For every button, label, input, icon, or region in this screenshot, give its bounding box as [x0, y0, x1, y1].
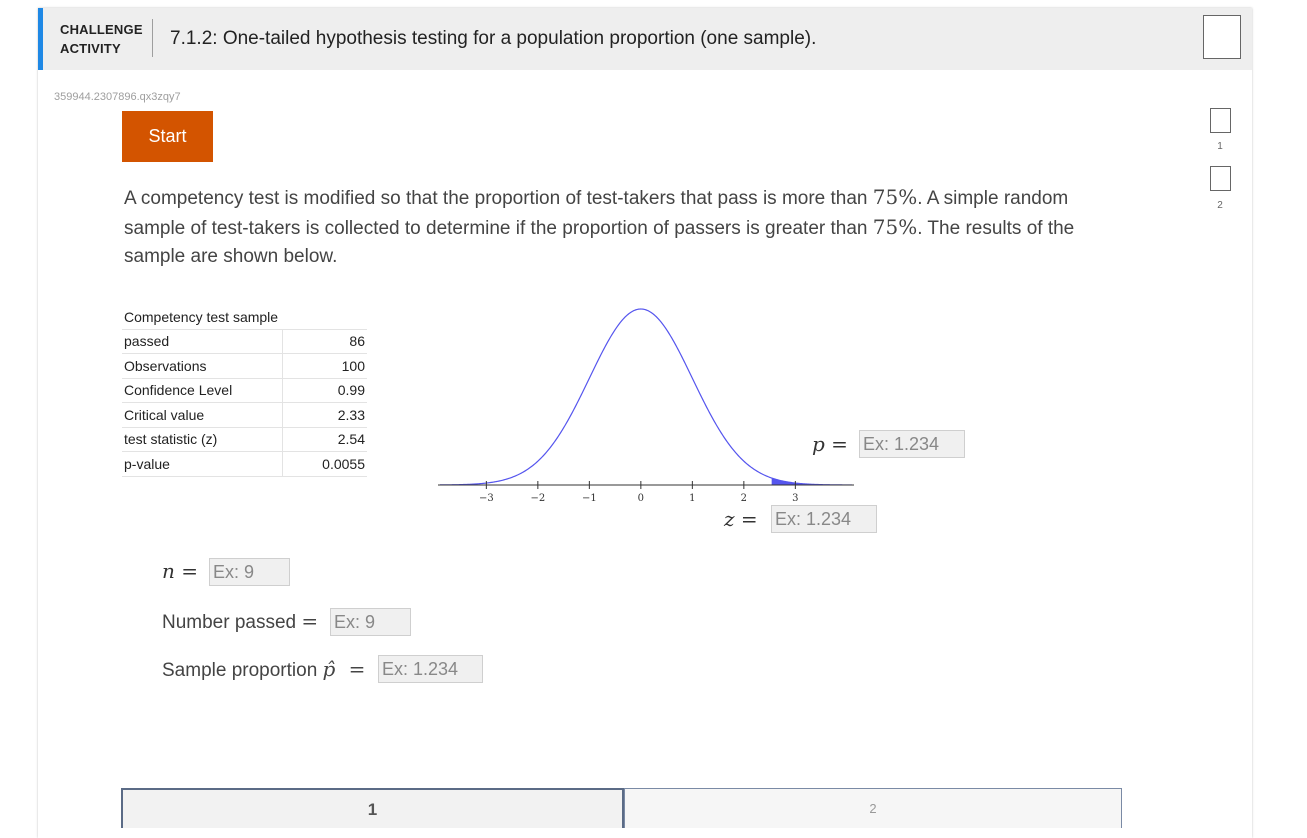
header-accent-bar	[38, 8, 43, 70]
table-row: Observations 100	[122, 353, 367, 379]
table-row: p-value 0.0055	[122, 451, 367, 477]
number-passed-label: Number passed =	[162, 609, 318, 634]
start-button[interactable]: Start	[122, 111, 213, 162]
p-symbol: p	[812, 432, 825, 456]
number-passed-equals-sign: =	[301, 609, 319, 633]
sample-proportion-label: Sample proportion p̂ =	[162, 657, 365, 682]
table-title: Competency test sample	[122, 305, 367, 330]
x-axis-ticks: −3 −2 −1 0 1 2 3	[479, 481, 799, 504]
x-tick-label: 2	[741, 493, 747, 504]
sample-proportion-input[interactable]	[378, 655, 483, 683]
n-input[interactable]	[209, 558, 290, 586]
z-symbol: z	[724, 507, 735, 531]
x-tick-label: 3	[792, 493, 798, 504]
row-value: 100	[282, 353, 367, 379]
sample-proportion-text: Sample proportion	[162, 660, 318, 681]
row-label: Observations	[122, 353, 283, 379]
header-divider	[152, 19, 153, 57]
row-value: 2.54	[282, 427, 367, 452]
z-value-label: z =	[724, 507, 758, 531]
p-value-label: p =	[812, 432, 848, 456]
z-value-input[interactable]	[771, 505, 877, 533]
x-tick-label: −3	[479, 493, 494, 504]
n-equals-sign: =	[181, 559, 199, 583]
row-value: 0.0055	[282, 451, 367, 477]
sample-results-table: Competency test sample passed 86 Observa…	[122, 305, 367, 477]
x-tick-label: −2	[530, 493, 545, 504]
row-value: 86	[282, 329, 367, 354]
completion-indicator-icon	[1203, 15, 1241, 59]
p-equals-sign: =	[831, 432, 848, 456]
number-passed-text: Number passed	[162, 612, 297, 633]
prompt-percent-2: 75%	[872, 215, 918, 239]
table-row: passed 86	[122, 329, 367, 354]
table-row: Confidence Level 0.99	[122, 378, 367, 403]
level-1-number: 1	[1217, 141, 1223, 152]
activity-header: CHALLENGE ACTIVITY 7.1.2: One-tailed hyp…	[38, 8, 1252, 70]
table-row: test statistic (z) 2.54	[122, 427, 367, 452]
level-2-number: 2	[1217, 200, 1223, 211]
row-label: p-value	[122, 451, 283, 477]
n-symbol: n	[162, 559, 175, 583]
normal-distribution-chart: −3 −2 −1 0 1 2 3	[438, 308, 854, 504]
row-label: Confidence Level	[122, 378, 283, 403]
prompt-percent-1: 75%	[872, 185, 918, 209]
x-tick-label: 0	[638, 493, 644, 504]
table-row: Critical value 2.33	[122, 402, 367, 428]
activity-kind-line2: ACTIVITY	[60, 41, 121, 56]
normal-curve	[440, 308, 852, 486]
tab-level-2[interactable]: 2	[624, 788, 1122, 828]
n-label: n =	[162, 559, 198, 583]
activity-title: 7.1.2: One-tailed hypothesis testing for…	[170, 28, 817, 49]
prompt-text-1: A competency test is modified so that th…	[124, 188, 873, 209]
level-1-indicator-icon[interactable]	[1210, 108, 1231, 133]
sample-proportion-equals-sign: =	[348, 657, 366, 681]
question-prompt: A competency test is modified so that th…	[124, 183, 1124, 271]
number-passed-input[interactable]	[330, 608, 411, 636]
x-tick-label: 1	[689, 493, 695, 504]
activity-kind-line1: CHALLENGE	[60, 22, 143, 37]
row-label: passed	[122, 329, 283, 354]
x-tick-label: −1	[582, 493, 597, 504]
activity-kind: CHALLENGE ACTIVITY	[60, 20, 143, 58]
z-equals-sign: =	[740, 507, 758, 531]
row-value: 0.99	[282, 378, 367, 403]
level-2-indicator-icon[interactable]	[1210, 166, 1231, 191]
row-label: test statistic (z)	[122, 427, 283, 452]
row-label: Critical value	[122, 402, 283, 428]
activity-code: 359944.2307896.qx3zqy7	[54, 91, 181, 103]
table-title-row: Competency test sample	[122, 305, 367, 330]
p-hat-symbol: p̂	[322, 657, 336, 681]
row-value: 2.33	[282, 402, 367, 428]
p-value-input[interactable]	[859, 430, 965, 458]
tab-level-1[interactable]: 1	[121, 788, 624, 828]
